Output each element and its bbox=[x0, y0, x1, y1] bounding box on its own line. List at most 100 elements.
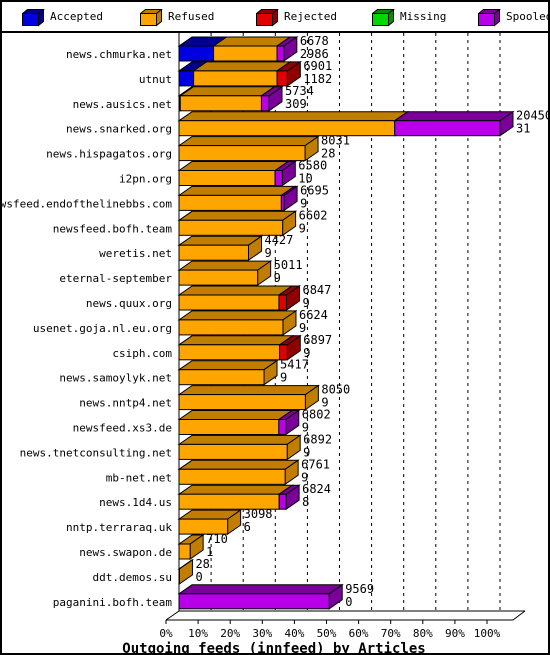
bar-segment-refused bbox=[178, 194, 282, 211]
bar-segment-refused bbox=[178, 369, 265, 386]
bar-value-label-secondary: 9 bbox=[264, 246, 271, 260]
category-label: news.ausics.net bbox=[73, 98, 172, 111]
chart-title: Outgoing feeds (innfeed) by Articles bbox=[122, 641, 425, 653]
cube-icon bbox=[477, 7, 501, 27]
category-label: news.snarked.org bbox=[66, 123, 172, 136]
bar-segment-refused bbox=[178, 419, 280, 435]
bar-segment-refused bbox=[178, 319, 284, 336]
chart-legend: Accepted Refused Rejected Missing Spooled bbox=[2, 2, 550, 33]
bar-segment-refused bbox=[178, 344, 281, 361]
x-axis-depth-line bbox=[165, 610, 180, 621]
bar-segment-refused bbox=[178, 294, 280, 311]
bar-segment-top bbox=[177, 310, 298, 321]
category-label: weretis.net bbox=[99, 247, 172, 260]
bar-segment-top bbox=[177, 185, 296, 196]
bar-value-label-primary: 28 bbox=[195, 557, 209, 571]
bar-value-label-primary: 6897 bbox=[303, 333, 332, 347]
category-label: news.samoylyk.net bbox=[59, 372, 172, 385]
bar-value-label-primary: 6761 bbox=[301, 457, 330, 471]
bar-segment-refused bbox=[193, 70, 278, 87]
bar-segment-top bbox=[177, 161, 290, 171]
bar-segment-rejected bbox=[278, 294, 287, 311]
x-axis-right-line bbox=[512, 610, 526, 621]
bar-value-label-primary: 6580 bbox=[298, 159, 327, 173]
bar-value-label-primary: 8031 bbox=[321, 134, 350, 148]
bar-segment-top bbox=[177, 111, 410, 122]
x-axis-tick-label: 40% bbox=[284, 627, 304, 640]
bar-segment-top bbox=[177, 335, 295, 346]
category-label: news.quux.org bbox=[86, 297, 172, 310]
category-label: i2pn.org bbox=[119, 173, 172, 186]
bar-segment-accepted bbox=[178, 70, 195, 87]
legend-item-rejected: Rejected bbox=[255, 2, 337, 31]
x-axis-tick-label: 10% bbox=[188, 627, 208, 640]
x-axis-tick-label: 60% bbox=[349, 627, 369, 640]
legend-item-refused: Refused bbox=[139, 2, 215, 31]
x-axis-tick-label: 70% bbox=[381, 627, 401, 640]
legend-item-label: Refused bbox=[168, 10, 215, 23]
bar-segment-top bbox=[393, 111, 515, 122]
bar-value-label-primary: 3098 bbox=[244, 507, 273, 521]
bar-value-label-primary: 6847 bbox=[302, 283, 331, 297]
category-label: mb-net.net bbox=[106, 471, 172, 484]
bar-segment-refused bbox=[213, 45, 278, 62]
bar-value-label-primary: 6824 bbox=[302, 482, 331, 496]
bar-segment-spooled bbox=[260, 95, 270, 112]
bar-segment-top bbox=[178, 86, 277, 97]
category-label: news.chmurka.net bbox=[66, 48, 172, 61]
bar-segment-top bbox=[177, 584, 344, 595]
x-axis-tick-label: 0% bbox=[159, 627, 173, 640]
bar-value-label-secondary: 31 bbox=[516, 122, 530, 136]
bar-segment-refused bbox=[178, 543, 191, 560]
bar-segment-spooled bbox=[394, 120, 501, 137]
bar-segment-top bbox=[177, 434, 302, 445]
bar-segment-spooled bbox=[276, 45, 285, 62]
bar-value-label-primary: 5011 bbox=[274, 258, 303, 272]
bar-segment-refused bbox=[179, 95, 262, 112]
bar-value-label-primary: 4427 bbox=[264, 233, 293, 247]
chart-svg: news.chmurka.net66782986utnut69011182new… bbox=[2, 33, 548, 653]
bar-value-label-secondary: 309 bbox=[285, 97, 307, 111]
cube-icon bbox=[139, 7, 163, 27]
bar-segment-spooled bbox=[278, 419, 287, 435]
x-axis-tick-label: 80% bbox=[413, 627, 433, 640]
x-axis-tick-label: 50% bbox=[317, 627, 337, 640]
bar-value-label-secondary: 9 bbox=[274, 271, 281, 285]
legend-item-label: Accepted bbox=[50, 10, 103, 23]
category-label: eternal-september bbox=[59, 272, 172, 285]
legend-item-accepted: Accepted bbox=[21, 2, 103, 31]
x-axis-tick-label: 30% bbox=[252, 627, 272, 640]
bar-value-label-primary: 5734 bbox=[285, 84, 314, 98]
bar-value-label-primary: 6892 bbox=[303, 432, 332, 446]
bar-value-label-secondary: 9 bbox=[280, 371, 287, 385]
legend-item-spooled: Spooled bbox=[477, 2, 550, 31]
category-label: news.1d4.us bbox=[99, 496, 172, 509]
bar-segment-top bbox=[177, 285, 294, 296]
bar-value-label-primary: 6901 bbox=[303, 59, 332, 73]
bar-segment-top bbox=[177, 410, 294, 420]
bar-segment-top bbox=[177, 360, 279, 371]
bar-value-label-primary: 6802 bbox=[302, 408, 331, 422]
category-label: news.nntp4.net bbox=[79, 397, 172, 410]
bar-value-label-secondary: 0 bbox=[195, 570, 202, 584]
legend-item-missing: Missing bbox=[371, 2, 446, 31]
bar-segment-spooled bbox=[178, 593, 330, 610]
bar-segment-spooled bbox=[280, 194, 285, 211]
bar-segment-top bbox=[177, 235, 264, 246]
bar-segment-refused bbox=[178, 394, 306, 411]
bar-segment-top bbox=[177, 260, 273, 271]
cube-icon bbox=[21, 7, 45, 27]
x-axis-tick-label: 20% bbox=[220, 627, 240, 640]
category-label: news.hispagatos.org bbox=[46, 148, 172, 161]
category-label: utnut bbox=[139, 73, 172, 86]
bar-segment-refused bbox=[178, 468, 286, 485]
category-label: nntp.terraraq.uk bbox=[66, 521, 172, 534]
category-label: newsfeed.endofthelinebbs.com bbox=[2, 197, 172, 210]
x-axis-tick-label: 90% bbox=[445, 627, 465, 640]
bar-segment-spooled bbox=[274, 170, 283, 186]
cube-icon bbox=[371, 7, 395, 27]
bar-value-label-primary: 5417 bbox=[280, 358, 309, 372]
bar-segment-accepted bbox=[178, 45, 215, 62]
legend-item-label: Rejected bbox=[284, 10, 337, 23]
bar-value-label-secondary: 6 bbox=[244, 520, 251, 534]
